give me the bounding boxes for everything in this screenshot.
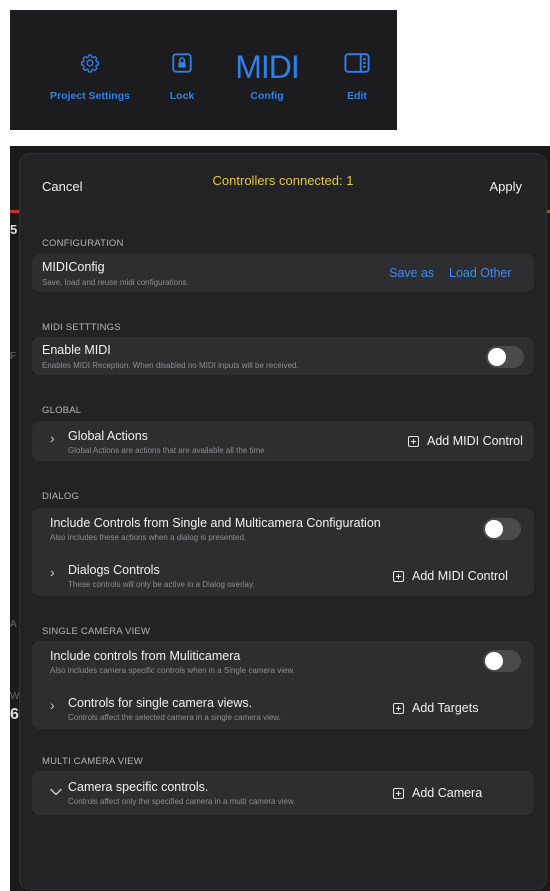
- section-title-single-camera: SINGLE CAMERA VIEW: [42, 626, 151, 637]
- dialog-controls-subtitle: These controls will only be active in a …: [68, 580, 255, 589]
- background-text: W: [10, 691, 20, 702]
- add-midi-control-label: Add MIDI Control: [427, 434, 523, 448]
- add-midi-control-button-dialog[interactable]: Add MIDI Control: [393, 569, 508, 583]
- add-camera-label: Add Camera: [412, 786, 483, 800]
- add-targets-label: Add Targets: [412, 701, 479, 715]
- midi-settings-card: Enable MIDI Enables MIDI Reception. When…: [32, 337, 534, 375]
- background-text: A: [10, 619, 17, 630]
- background-text: 5: [10, 222, 18, 237]
- single-include-title: Include controls from Muliticamera: [50, 649, 241, 663]
- add-camera-button[interactable]: Add Camera: [393, 786, 482, 800]
- multi-camera-card: Camera specific controls. Controls affec…: [32, 771, 534, 815]
- camera-specific-title[interactable]: Camera specific controls.: [68, 780, 208, 794]
- midi-icon-text: MIDI: [235, 49, 300, 85]
- dialog-controls-row: › Dialogs Controls These controls will o…: [32, 556, 534, 596]
- dialog-include-title: Include Controls from Single and Multica…: [50, 516, 381, 530]
- enable-midi-title: Enable MIDI: [42, 343, 111, 357]
- plus-square-icon: [393, 787, 404, 799]
- global-card: › Global Actions Global Actions are acti…: [32, 421, 534, 461]
- lock-icon: [172, 53, 192, 73]
- toggle-knob: [488, 348, 506, 366]
- section-title-dialog: DIALOG: [42, 491, 80, 502]
- section-title-multi-camera: MULTI CAMERA VIEW: [42, 756, 143, 767]
- toggle-knob: [485, 520, 503, 538]
- config-label: Config: [250, 90, 284, 102]
- single-include-row: Include controls from Muliticamera Also …: [32, 641, 534, 681]
- configuration-card: MIDIConfig Save, load and reuse midi con…: [32, 254, 534, 292]
- plus-square-icon: [393, 702, 404, 714]
- single-controls-row: › Controls for single camera views. Cont…: [32, 689, 534, 729]
- enable-midi-subtitle: Enables MIDI Reception. When disabled no…: [42, 361, 299, 370]
- single-controls-title[interactable]: Controls for single camera views.: [68, 696, 252, 710]
- camera-specific-subtitle: Controls affect only the specified camer…: [68, 797, 296, 806]
- dialog-card: Include Controls from Single and Multica…: [32, 508, 534, 596]
- background-text: F: [10, 351, 17, 362]
- edit-panel-icon: [344, 53, 370, 73]
- controllers-status: Controllers connected: 1: [212, 173, 354, 188]
- single-controls-subtitle: Controls affect the selected camera in a…: [68, 713, 281, 722]
- gear-icon: [80, 54, 100, 73]
- apply-button[interactable]: Apply: [489, 179, 522, 194]
- midiconfig-title: MIDIConfig: [42, 260, 105, 274]
- global-actions-subtitle: Global Actions are actions that are avai…: [68, 446, 265, 455]
- chevron-right-icon[interactable]: ›: [50, 430, 55, 446]
- add-targets-button[interactable]: Add Targets: [393, 701, 478, 715]
- top-toolbar: Project Settings Lock MIDI Config Edit: [10, 10, 397, 130]
- dialog-include-row: Include Controls from Single and Multica…: [32, 508, 534, 548]
- midiconfig-subtitle: Save, load and reuse midi configurations…: [42, 278, 189, 287]
- plus-square-icon: [408, 435, 419, 447]
- dialog-include-toggle[interactable]: [483, 518, 521, 540]
- edit-label: Edit: [347, 90, 367, 102]
- plus-square-icon: [393, 570, 404, 582]
- single-include-toggle[interactable]: [483, 650, 521, 672]
- section-title-global: GLOBAL: [42, 405, 82, 416]
- single-camera-card: Include controls from Muliticamera Also …: [32, 641, 534, 729]
- add-midi-control-label: Add MIDI Control: [412, 569, 508, 583]
- section-title-midi-settings: MIDI SETTTINGS: [42, 322, 121, 333]
- chevron-down-icon[interactable]: [50, 788, 62, 796]
- section-title-configuration: CONFIGURATION: [42, 238, 124, 249]
- dialog-controls-title[interactable]: Dialogs Controls: [68, 563, 160, 577]
- single-include-subtitle: Also includes camera specific controls w…: [50, 666, 296, 675]
- project-settings-label: Project Settings: [50, 90, 130, 102]
- add-midi-control-button-global[interactable]: Add MIDI Control: [408, 434, 523, 448]
- global-actions-title[interactable]: Global Actions: [68, 429, 148, 443]
- load-other-button[interactable]: Load Other: [449, 266, 512, 280]
- chevron-right-icon[interactable]: ›: [50, 697, 55, 713]
- dialog-include-subtitle: Also includes these actions when a dialo…: [50, 533, 247, 542]
- save-as-button[interactable]: Save as: [389, 266, 434, 280]
- lock-label: Lock: [169, 90, 195, 102]
- midi-config-sheet: Cancel Controllers connected: 1 Apply CO…: [20, 154, 546, 889]
- chevron-right-icon[interactable]: ›: [50, 564, 55, 580]
- enable-midi-toggle[interactable]: [486, 346, 524, 368]
- toggle-knob: [485, 652, 503, 670]
